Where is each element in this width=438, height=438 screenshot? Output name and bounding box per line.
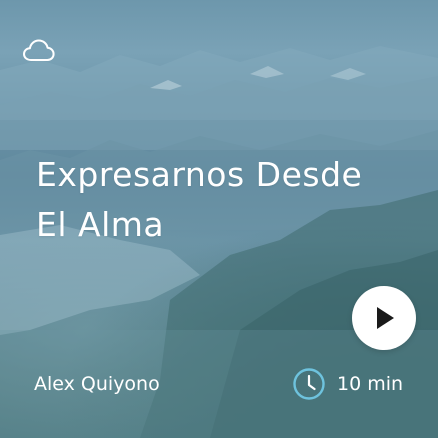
session-title: Expresarnos Desde El Alma [36, 155, 363, 244]
play-button[interactable] [352, 286, 416, 350]
meditation-card[interactable]: Expresarnos Desde El Alma Alex Quiyono 1… [0, 0, 438, 438]
duration-label: 10 min [337, 373, 404, 395]
cloud-icon [22, 37, 56, 63]
author-name: Alex Quiyono [34, 373, 160, 395]
play-icon [377, 307, 394, 329]
clock-icon [292, 367, 326, 401]
duration-info: 10 min [292, 366, 403, 402]
